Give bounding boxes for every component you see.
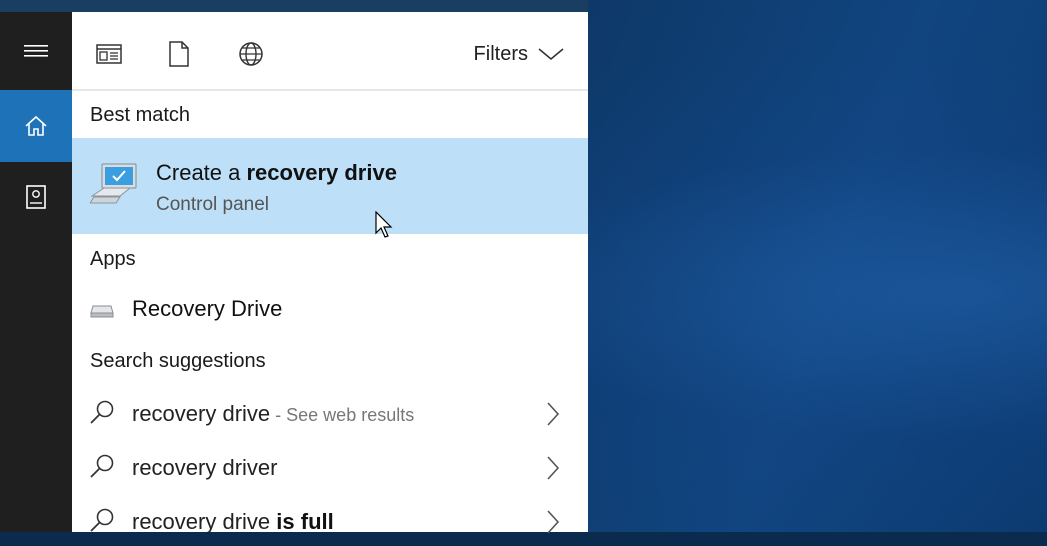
start-sidebar: [0, 12, 72, 532]
search-filter-toolbar: Filters: [72, 12, 588, 91]
suggestion-row[interactable]: recovery drive is full: [72, 496, 588, 546]
chevron-down-icon: [538, 48, 564, 61]
suggestion-row[interactable]: recovery drive - See web results: [72, 388, 588, 438]
search-icon: [90, 508, 114, 532]
suggestion-query: recovery drive: [132, 509, 277, 534]
filters-label: Filters: [473, 42, 528, 65]
web-filter-button[interactable]: [238, 41, 264, 67]
app-result-recovery-drive[interactable]: Recovery Drive: [72, 290, 588, 330]
suggestion-text: recovery drive - See web results: [132, 401, 414, 427]
apps-filter-button[interactable]: [96, 41, 122, 67]
recovery-drive-computer-icon: [90, 163, 137, 204]
hamburger-menu-icon: [24, 45, 48, 57]
app-name: Recovery Drive: [132, 296, 283, 321]
drive-icon: [90, 305, 114, 318]
sidebar-item-notebook[interactable]: [0, 162, 72, 232]
filters-dropdown[interactable]: Filters: [474, 41, 564, 67]
search-results-panel: Filters Best match Create a recovery dri…: [72, 12, 588, 534]
chevron-right-icon: [547, 402, 560, 426]
search-icon: [90, 400, 114, 424]
suggestion-text: recovery drive is full: [132, 509, 334, 535]
best-match-heading: Best match: [90, 104, 191, 126]
notebook-icon: [26, 185, 46, 209]
suggestion-hint: - See web results: [270, 405, 415, 425]
home-icon: [25, 115, 47, 136]
search-suggestions-heading: Search suggestions: [90, 350, 266, 372]
hamburger-menu-button[interactable]: [0, 12, 72, 90]
documents-filter-button[interactable]: [166, 41, 192, 67]
document-icon: [169, 41, 189, 67]
best-match-title-bold: recovery drive: [246, 160, 397, 185]
suggestion-text: recovery driver: [132, 455, 277, 481]
web-icon: [239, 42, 263, 66]
taskbar-top-strip: [0, 0, 588, 12]
mouse-cursor-icon: [375, 211, 393, 238]
apps-heading: Apps: [90, 248, 136, 270]
chevron-right-icon: [547, 510, 560, 534]
best-match-title: Create a recovery drive: [156, 160, 397, 186]
apps-icon: [96, 44, 122, 64]
suggestion-row[interactable]: recovery driver: [72, 442, 588, 492]
best-match-title-prefix: Create a: [156, 160, 247, 185]
best-match-subtitle: Control panel: [156, 194, 270, 215]
suggestion-query: recovery driver: [132, 455, 278, 480]
search-icon: [90, 454, 114, 478]
sidebar-item-home[interactable]: [0, 90, 72, 162]
best-match-result[interactable]: Create a recovery drive Control panel: [72, 138, 588, 234]
suggestion-query: recovery drive: [132, 401, 271, 426]
suggestion-bold: is full: [276, 509, 334, 534]
chevron-right-icon: [547, 456, 560, 480]
